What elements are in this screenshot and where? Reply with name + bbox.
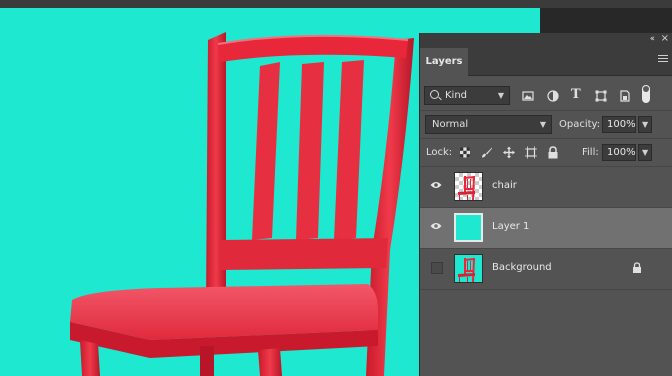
layer-thumbnail xyxy=(454,172,483,201)
smart-object-filter-icon[interactable] xyxy=(619,90,631,102)
layers-panel: ‹‹ × Layers Kind ▼ T Normal ▼ Opacity: 1… xyxy=(419,33,672,376)
eye-icon[interactable] xyxy=(430,222,442,230)
layer-name: chair xyxy=(492,180,517,191)
filter-kind-select[interactable]: Kind ▼ xyxy=(424,86,510,105)
fill-label: Fill: xyxy=(582,147,599,158)
visibility-toggle[interactable] xyxy=(431,262,443,274)
lock-icon xyxy=(633,262,641,273)
layer-thumbnail xyxy=(454,254,483,283)
blend-mode-select[interactable]: Normal ▼ xyxy=(425,115,552,134)
lock-position-icon[interactable] xyxy=(503,146,515,159)
image-filter-icon[interactable] xyxy=(522,90,534,102)
adjustment-filter-icon[interactable] xyxy=(547,90,559,102)
divider xyxy=(420,138,672,139)
layer-thumbnail xyxy=(454,213,483,242)
tab-layers[interactable]: Layers xyxy=(420,48,468,76)
lock-image-pixels-icon[interactable] xyxy=(481,146,493,159)
lock-label: Lock: xyxy=(426,147,453,158)
layer-row-background[interactable]: Background xyxy=(420,248,672,290)
chevron-down-icon: ▼ xyxy=(539,120,546,129)
close-panel-icon[interactable]: × xyxy=(661,33,669,45)
type-filter-icon[interactable]: T xyxy=(571,87,583,102)
filter-toggle-switch[interactable] xyxy=(642,85,650,103)
search-icon xyxy=(430,90,439,99)
fill-input[interactable]: 100% xyxy=(602,144,636,161)
opacity-input[interactable]: 100% xyxy=(602,116,636,133)
fill-dropdown-button[interactable]: ▼ xyxy=(638,144,652,161)
lock-all-icon[interactable] xyxy=(547,146,559,159)
shape-filter-icon[interactable] xyxy=(595,90,607,102)
layer-name: Layer 1 xyxy=(492,221,530,232)
opacity-dropdown-button[interactable]: ▼ xyxy=(638,116,652,133)
eye-icon[interactable] xyxy=(430,181,442,189)
lock-artboard-icon[interactable] xyxy=(525,146,537,159)
document-tab-bar xyxy=(0,0,672,8)
layer-row-chair[interactable]: chair xyxy=(420,166,672,207)
collapse-panel-icon[interactable]: ‹‹ xyxy=(650,34,655,44)
panel-tab-row: Layers xyxy=(420,46,672,76)
chevron-down-icon: ▼ xyxy=(497,91,504,100)
layer-row-layer-1[interactable]: Layer 1 xyxy=(420,207,672,248)
layer-name: Background xyxy=(492,262,552,273)
filter-kind-label: Kind xyxy=(445,90,468,101)
panel-header-bar: ‹‹ × xyxy=(420,33,672,46)
lock-transparency-icon[interactable] xyxy=(459,146,471,159)
chevron-down-icon: ▼ xyxy=(642,148,649,157)
hamburger-menu-icon[interactable] xyxy=(658,55,668,63)
opacity-label: Opacity: xyxy=(559,119,601,130)
layer-filter-row: Kind ▼ T xyxy=(420,81,672,109)
divider xyxy=(420,110,672,111)
blend-mode-value: Normal xyxy=(432,119,469,130)
blend-row: Normal ▼ Opacity: 100% ▼ xyxy=(420,113,672,137)
chevron-down-icon: ▼ xyxy=(642,120,649,129)
lock-row: Lock: Fill: 100% ▼ xyxy=(420,141,672,165)
